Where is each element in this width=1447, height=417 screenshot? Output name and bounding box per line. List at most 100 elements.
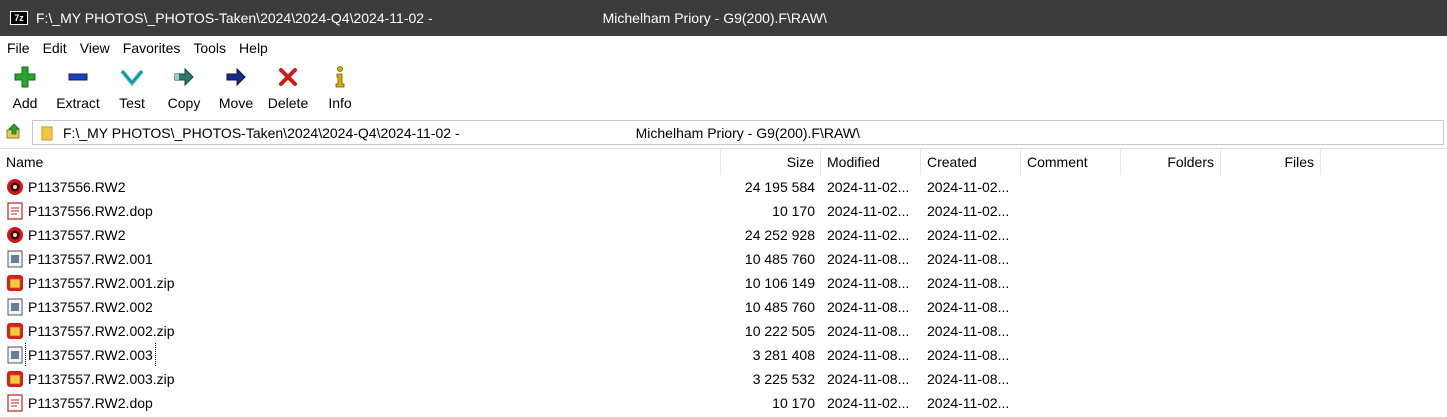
file-files — [1221, 343, 1321, 367]
delete-button[interactable]: Delete — [262, 62, 314, 116]
dop-file-icon — [6, 394, 24, 412]
test-icon — [119, 64, 145, 90]
file-created: 2024-11-08... — [927, 347, 1010, 363]
file-size: 10 106 149 — [744, 275, 815, 291]
file-name-cell[interactable]: P1137557.RW2.dop — [0, 391, 721, 415]
file-comment — [1021, 319, 1121, 343]
copy-button[interactable]: Copy — [158, 62, 210, 116]
file-name: P1137557.RW2.dop — [28, 395, 153, 411]
file-name-cell[interactable]: P1137557.RW2.002 — [0, 295, 721, 319]
copy-label: Copy — [167, 95, 201, 111]
file-name: P1137556.RW2.dop — [28, 203, 153, 219]
add-label: Add — [12, 95, 38, 111]
file-name: P1137557.RW2.003.zip — [28, 371, 175, 387]
file-folders — [1121, 175, 1221, 199]
file-files — [1221, 319, 1321, 343]
column-header-name[interactable]: Name — [0, 149, 721, 175]
file-modified: 2024-11-08... — [827, 251, 910, 267]
file-name: P1137557.RW2.002.zip — [28, 323, 175, 339]
file-name-cell[interactable]: P1137557.RW2.002.zip — [0, 319, 721, 343]
file-files — [1221, 175, 1321, 199]
file-folders — [1121, 247, 1221, 271]
menu-view[interactable]: View — [73, 36, 116, 60]
column-header-comment[interactable]: Comment — [1021, 149, 1121, 175]
file-created: 2024-11-08... — [927, 323, 1010, 339]
folder-icon — [41, 125, 53, 141]
extract-button[interactable]: Extract — [50, 62, 106, 116]
file-name-cell[interactable]: P1137557.RW2.003 — [0, 343, 721, 367]
move-button[interactable]: Move — [210, 62, 262, 116]
file-row[interactable]: P1137557.RW2.dop 10 170 2024-11-02... 2024-… — [0, 391, 1447, 415]
test-button[interactable]: Test — [106, 62, 158, 116]
file-name-cell[interactable]: P1137557.RW2.001 — [0, 247, 721, 271]
file-created: 2024-11-02... — [927, 179, 1010, 195]
menu-bar: File Edit View Favorites Tools Help — [0, 36, 1447, 60]
menu-favorites[interactable]: Favorites — [116, 36, 187, 60]
move-icon — [223, 64, 249, 90]
file-name: P1137557.RW2 — [28, 227, 126, 243]
address-redaction — [459, 123, 636, 142]
file-row[interactable]: P1137557.RW2.002.zip 10 222 505 2024-11-08… — [0, 319, 1447, 343]
file-name-cell[interactable]: P1137557.RW2 — [0, 223, 721, 247]
app-logo-icon: 7z — [10, 11, 28, 25]
file-row[interactable]: P1137556.RW2 24 195 584 2024-11-02... 2024-… — [0, 175, 1447, 199]
file-size: 10 222 505 — [744, 323, 815, 339]
file-folders — [1121, 391, 1221, 415]
column-header-row: Name Size Modified Created Comment Folde… — [0, 149, 1447, 175]
extract-icon — [65, 64, 91, 90]
column-header-modified[interactable]: Modified — [821, 149, 921, 175]
delete-icon — [275, 64, 301, 90]
volume-file-icon — [6, 250, 24, 268]
file-folders — [1121, 199, 1221, 223]
file-modified: 2024-11-02... — [827, 395, 910, 411]
column-header-folders[interactable]: Folders — [1121, 149, 1221, 175]
column-header-size[interactable]: Size — [721, 149, 821, 175]
raw-image-icon — [6, 226, 24, 244]
menu-edit[interactable]: Edit — [36, 36, 73, 60]
column-header-created[interactable]: Created — [921, 149, 1021, 175]
up-folder-button[interactable] — [0, 118, 28, 146]
file-name-cell[interactable]: P1137556.RW2.dop — [0, 199, 721, 223]
file-folders — [1121, 367, 1221, 391]
file-row[interactable]: P1137557.RW2.001 10 485 760 2024-11-08... 2… — [0, 247, 1447, 271]
file-row[interactable]: P1137557.RW2.002 10 485 760 2024-11-08... 2… — [0, 295, 1447, 319]
file-name-cell[interactable]: P1137556.RW2 — [0, 175, 721, 199]
file-modified: 2024-11-08... — [827, 347, 910, 363]
info-button[interactable]: Info — [314, 62, 366, 116]
file-files — [1221, 295, 1321, 319]
file-row[interactable]: P1137557.RW2 24 252 928 2024-11-02... 2024-… — [0, 223, 1447, 247]
file-comment — [1021, 199, 1121, 223]
file-row[interactable]: P1137557.RW2.003 3 281 408 2024-11-08... 20… — [0, 343, 1447, 367]
add-icon — [12, 64, 38, 90]
file-created: 2024-11-08... — [927, 299, 1010, 315]
file-name: P1137557.RW2.003 — [25, 343, 156, 367]
file-name-cell[interactable]: P1137557.RW2.003.zip — [0, 367, 721, 391]
file-row[interactable]: P1137557.RW2.003.zip 3 225 532 2024-11-08.… — [0, 367, 1447, 391]
file-size: 3 225 532 — [752, 371, 815, 387]
file-comment — [1021, 295, 1121, 319]
menu-help[interactable]: Help — [232, 36, 274, 60]
file-modified: 2024-11-08... — [827, 299, 910, 315]
file-name: P1137556.RW2 — [28, 179, 126, 195]
file-size: 24 195 584 — [744, 179, 815, 195]
file-comment — [1021, 343, 1121, 367]
address-field[interactable]: F:\_MY PHOTOS\_PHOTOS-Taken\2024\2024-Q4… — [32, 120, 1444, 145]
file-name-cell[interactable]: P1137557.RW2.001.zip — [0, 271, 721, 295]
column-header-files[interactable]: Files — [1221, 149, 1321, 175]
menu-file[interactable]: File — [0, 36, 36, 60]
info-icon — [327, 64, 353, 90]
file-size: 10 485 760 — [744, 251, 815, 267]
menu-tools[interactable]: Tools — [186, 36, 232, 60]
address-path-suffix: Michelham Priory - G9(200).F\RAW\ — [635, 124, 860, 141]
file-row[interactable]: P1137557.RW2.001.zip 10 106 149 2024-11-08… — [0, 271, 1447, 295]
file-size: 24 252 928 — [744, 227, 815, 243]
file-comment — [1021, 175, 1121, 199]
file-row[interactable]: P1137556.RW2.dop 10 170 2024-11-02... 2024-… — [0, 199, 1447, 223]
file-modified: 2024-11-08... — [827, 323, 910, 339]
file-created: 2024-11-08... — [927, 371, 1010, 387]
window-title-suffix: Michelham Priory - G9(200).F\RAW\ — [602, 10, 827, 26]
file-list: Name Size Modified Created Comment Folde… — [0, 148, 1447, 417]
add-button[interactable]: Add — [0, 62, 50, 116]
info-label: Info — [328, 95, 352, 111]
file-comment — [1021, 271, 1121, 295]
